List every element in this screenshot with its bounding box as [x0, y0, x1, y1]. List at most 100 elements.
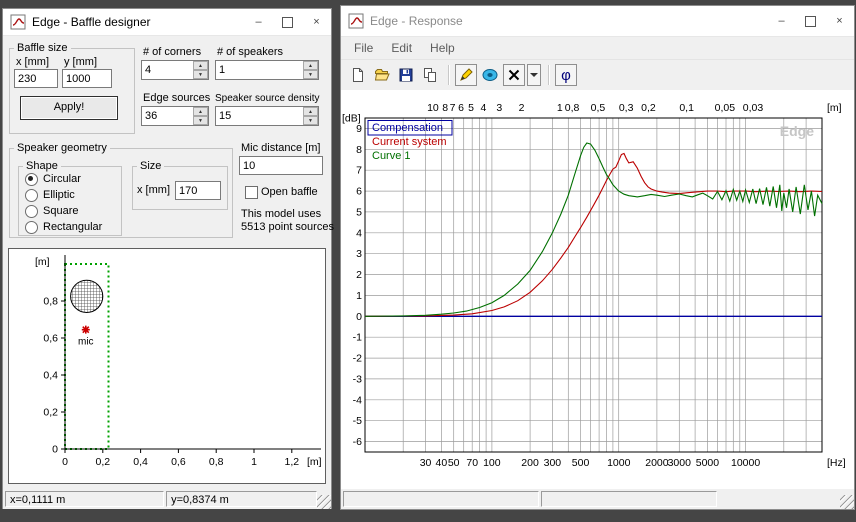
- corners-spinner[interactable]: ▲▼: [141, 60, 209, 80]
- open-baffle-checkbox[interactable]: [245, 186, 258, 199]
- speaker-geometry-legend: Speaker geometry: [17, 142, 107, 154]
- corners-input[interactable]: [142, 61, 192, 79]
- radio-label: Circular: [43, 173, 81, 185]
- svg-text:3: 3: [356, 248, 362, 260]
- edge-sources-input[interactable]: [142, 107, 192, 125]
- toolbar: φ: [341, 60, 854, 90]
- size-x-input[interactable]: [175, 181, 221, 200]
- svg-text:1: 1: [557, 102, 563, 114]
- minimize-button[interactable]: –: [244, 9, 273, 35]
- baffle-y-input[interactable]: [62, 69, 112, 88]
- dropdown-arrow-icon[interactable]: [527, 64, 541, 86]
- shape-group: Shape Circular Elliptic Square Rectangular: [18, 160, 122, 236]
- svg-text:4: 4: [356, 227, 362, 239]
- mic-distance-input[interactable]: [239, 156, 323, 175]
- pen-icon[interactable]: [455, 64, 477, 86]
- speaker-icon[interactable]: [479, 64, 501, 86]
- menubar: File Edit Help: [341, 37, 854, 60]
- minimize-button[interactable]: –: [767, 6, 796, 36]
- maximize-button[interactable]: [796, 6, 825, 36]
- copy-icon[interactable]: [419, 64, 441, 86]
- svg-text:[Hz]: [Hz]: [827, 457, 846, 469]
- spin-up-icon[interactable]: ▲: [303, 107, 318, 116]
- baffle-x-input[interactable]: [14, 69, 58, 88]
- open-folder-icon[interactable]: [371, 64, 393, 86]
- svg-text:0,03: 0,03: [743, 102, 764, 114]
- close-button[interactable]: ×: [825, 6, 854, 36]
- source-density-spinner[interactable]: ▲▼: [215, 106, 319, 126]
- response-window: Edge - Response – × File Edit Help φ 9 8…: [340, 5, 855, 510]
- spin-down-icon[interactable]: ▼: [303, 70, 318, 79]
- radio-rectangular[interactable]: Rectangular: [25, 220, 121, 234]
- svg-text:2: 2: [356, 269, 362, 281]
- svg-text:3000: 3000: [668, 457, 692, 469]
- corners-label: # of corners: [143, 46, 202, 58]
- toolbar-separator: [548, 65, 550, 85]
- y-mm-label: y [mm]: [64, 56, 97, 68]
- svg-text:1: 1: [251, 456, 257, 468]
- svg-text:1000: 1000: [607, 457, 631, 469]
- radio-circular[interactable]: Circular: [25, 172, 121, 186]
- resize-grip[interactable]: [840, 495, 854, 509]
- spin-up-icon[interactable]: ▲: [193, 107, 208, 116]
- svg-text:1,2: 1,2: [284, 456, 299, 468]
- window-title: Edge - Response: [370, 14, 463, 28]
- spin-down-icon[interactable]: ▼: [193, 116, 208, 125]
- legend-item: Compensation: [372, 122, 443, 134]
- svg-text:0,6: 0,6: [171, 456, 186, 468]
- response-titlebar[interactable]: Edge - Response – ×: [341, 6, 854, 37]
- x-mm-label: x [mm]: [16, 56, 49, 68]
- size-group: Size x [mm]: [132, 160, 228, 210]
- svg-text:4: 4: [480, 102, 486, 114]
- svg-text:-2: -2: [353, 353, 362, 365]
- radio-icon: [25, 220, 38, 234]
- svg-text:10: 10: [427, 102, 439, 114]
- menu-item-file[interactable]: File: [345, 41, 382, 55]
- edge-sources-spinner[interactable]: ▲▼: [141, 106, 209, 126]
- svg-text:0,8: 0,8: [565, 102, 580, 114]
- window-title: Edge - Baffle designer: [32, 15, 151, 29]
- menu-item-help[interactable]: Help: [421, 41, 464, 55]
- svg-text:40: 40: [436, 457, 448, 469]
- svg-text:-4: -4: [353, 394, 362, 406]
- menu-item-edit[interactable]: Edit: [382, 41, 421, 55]
- svg-text:[dB]: [dB]: [342, 112, 361, 124]
- svg-text:0,6: 0,6: [43, 333, 58, 345]
- radio-square[interactable]: Square: [25, 204, 121, 218]
- svg-text:5000: 5000: [696, 457, 720, 469]
- svg-text:1: 1: [356, 290, 362, 302]
- radio-elliptic[interactable]: Elliptic: [25, 188, 121, 202]
- save-icon[interactable]: [395, 64, 417, 86]
- radio-label: Square: [43, 205, 79, 217]
- close-button[interactable]: ×: [302, 9, 331, 35]
- svg-text:300: 300: [544, 457, 562, 469]
- baffle-designer-window: Edge - Baffle designer – × Baffle size x…: [2, 8, 334, 509]
- new-document-icon[interactable]: [347, 64, 369, 86]
- mic-label: mic: [78, 337, 94, 348]
- svg-text:0,4: 0,4: [43, 370, 58, 382]
- svg-text:200: 200: [521, 457, 539, 469]
- edge-watermark: Edge: [780, 123, 814, 139]
- baffle-plot[interactable]: 0,8 0,6 0,4 0,2 00 0,2 0,4 0,6 0,8 1 1,2 [m] [m] mic: [9, 249, 325, 483]
- speakers-spinner[interactable]: ▲▼: [215, 60, 319, 80]
- resize-grip[interactable]: [317, 495, 331, 509]
- window-buttons: – ×: [767, 6, 854, 36]
- svg-text:0,3: 0,3: [619, 102, 634, 114]
- baffle-titlebar[interactable]: Edge - Baffle designer – ×: [3, 9, 331, 36]
- svg-text:-5: -5: [353, 415, 362, 427]
- source-density-input[interactable]: [216, 107, 302, 125]
- radio-label: Rectangular: [43, 221, 103, 233]
- spin-up-icon[interactable]: ▲: [193, 61, 208, 70]
- edge-app-icon: [10, 14, 26, 30]
- phase-button[interactable]: φ: [555, 64, 577, 86]
- spin-down-icon[interactable]: ▼: [193, 70, 208, 79]
- edge-app-icon: [348, 13, 364, 29]
- svg-text:0,4: 0,4: [133, 456, 148, 468]
- spin-up-icon[interactable]: ▲: [303, 61, 318, 70]
- delete-curve-icon[interactable]: [503, 64, 525, 86]
- svg-text:3: 3: [496, 102, 502, 114]
- maximize-button[interactable]: [273, 9, 302, 35]
- apply-button[interactable]: Apply!: [20, 96, 118, 120]
- speakers-input[interactable]: [216, 61, 302, 79]
- spin-down-icon[interactable]: ▼: [303, 116, 318, 125]
